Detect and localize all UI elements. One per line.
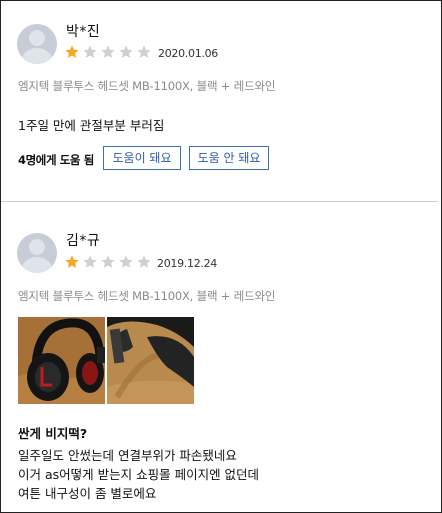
star-empty-icon [101,45,115,58]
not-helpful-button[interactable]: 도움 안 돼요 [189,146,269,170]
rating-stars [64,44,152,60]
star-empty-icon [119,255,133,268]
review-body-line: 이거 as어떻게 받는지 쇼핑몰 페이지엔 없던데 [18,467,260,482]
product-option: 엠지텍 블루투스 헤드셋 MB-1100X, 블랙 + 레드와인 [18,289,276,303]
review-list: 박*진 2020.01.06 엠지텍 블루투스 헤드셋 MB-1100X, 블랙… [0,0,442,513]
product-option: 엠지텍 블루투스 헤드셋 MB-1100X, 블랙 + 레드와인 [18,79,276,93]
star-empty-icon [137,45,151,58]
review-photo[interactable] [107,317,194,404]
helpful-button[interactable]: 도움이 돼요 [103,146,181,170]
review-item: 박*진 2020.01.06 엠지텍 블루투스 헤드셋 MB-1100X, 블랙… [1,1,441,201]
review-author: 김*규 [66,233,101,249]
helpful-count: 4명에게 도움 됨 [18,153,94,167]
star-filled-icon [65,255,79,268]
star-empty-icon [119,45,133,58]
star-empty-icon [101,255,115,268]
review-body-line: 일주일도 안썼는데 연결부위가 파손됐네요 [18,448,237,463]
star-empty-icon [137,255,151,268]
review-photo[interactable] [18,317,105,404]
review-body-line: 1주일 만에 관절부분 부러짐 [18,118,165,133]
star-filled-icon [65,45,79,58]
review-date: 2020.01.06 [158,47,218,60]
review-date: 2019.12.24 [157,257,217,270]
review-title: 싼게 비지떡? [18,426,88,441]
review-body-line: 여튼 내구성이 좀 별로에요 [18,486,157,501]
broken-hinge-photo-icon [107,317,194,404]
avatar [17,24,57,64]
rating-stars [64,254,152,270]
avatar [17,233,57,273]
review-author: 박*진 [66,24,101,40]
star-empty-icon [83,45,97,58]
review-divider [1,201,438,202]
headset-photo-icon [18,317,105,404]
star-empty-icon [83,255,97,268]
